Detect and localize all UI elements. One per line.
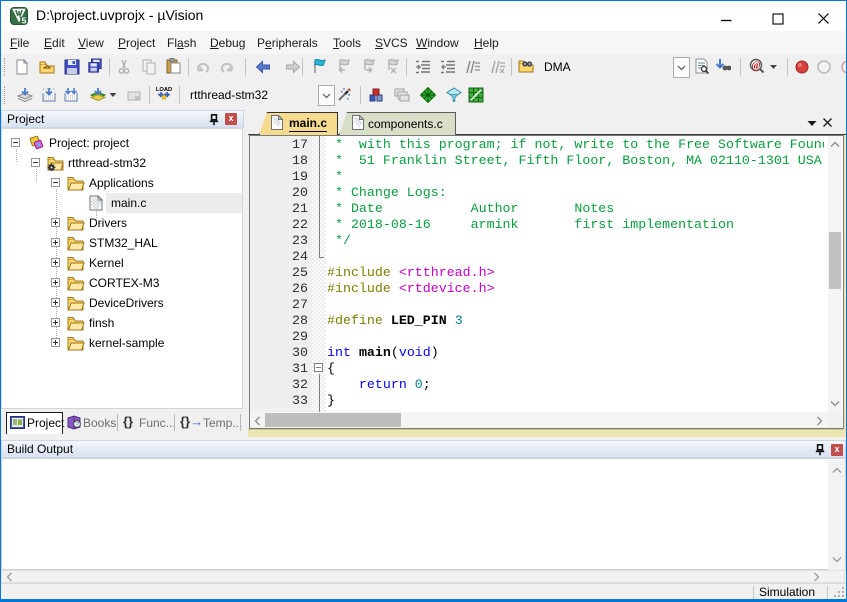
svg-text:@: @ [751, 61, 760, 72]
svg-text:5: 5 [22, 15, 27, 25]
svg-text:?: ? [75, 422, 79, 429]
svg-text:LOAD: LOAD [156, 87, 172, 93]
